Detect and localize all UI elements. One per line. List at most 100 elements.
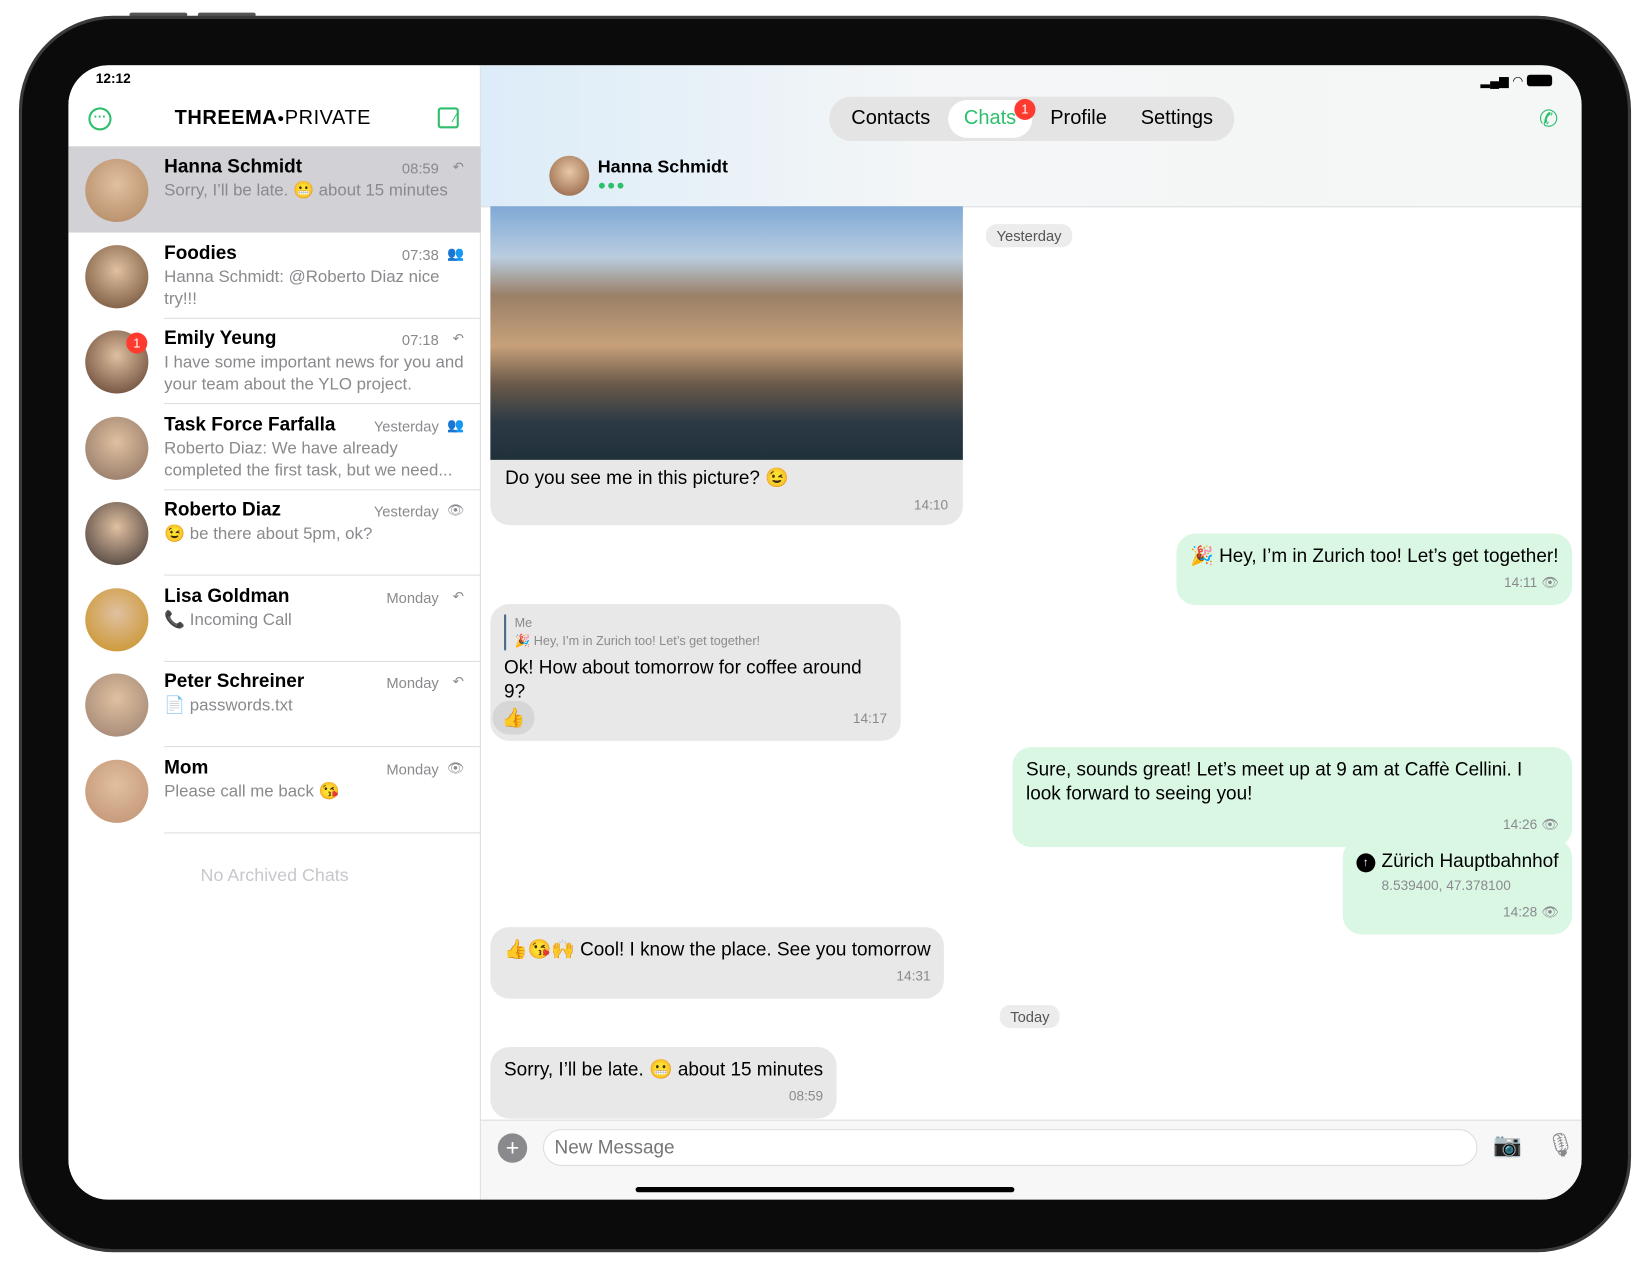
eye-icon: 👁	[447, 759, 464, 776]
chat-name: Mom	[164, 756, 208, 778]
group-icon: 👥	[447, 245, 464, 262]
camera-icon[interactable]: 📷	[1493, 1131, 1522, 1158]
chat-time: Yesterday	[374, 417, 439, 434]
message-text: Do you see me in this picture? 😉	[490, 460, 962, 491]
chat-list-item[interactable]: Peter Schreiner Monday ↶ 📄 passwords.txt	[68, 661, 481, 747]
reply-icon: ↶	[453, 330, 464, 347]
main-tabs: Contacts Chats 1 Profile Settings	[829, 97, 1234, 141]
chat-name: Foodies	[164, 242, 237, 264]
group-icon: 👥	[447, 416, 464, 433]
secure-call-icon[interactable]: ✆	[1539, 105, 1558, 132]
location-coords: 8.539400, 47.378100	[1356, 873, 1558, 897]
microphone-icon[interactable]: 🎙	[1546, 1131, 1575, 1158]
chat-preview: Sorry, I’ll be late. 😬 about 15 minutes	[164, 180, 464, 202]
avatar	[85, 759, 148, 822]
avatar	[85, 502, 148, 565]
incoming-message[interactable]: 👍😘🙌 Cool! I know the place. See you tomo…	[490, 927, 944, 999]
message-time: 14:31	[504, 964, 931, 988]
chat-header: ▂▄▆ ◠ Contacts Chats 1 Profile Settings …	[481, 65, 1582, 207]
message-text: Sorry, I’ll be late. 😬 about 15 minutes	[504, 1058, 823, 1082]
screen: 12:12 ··· THREEMA●PRIVATE ∕ Hanna Schmid…	[68, 65, 1581, 1199]
avatar	[85, 673, 148, 736]
chat-preview: Roberto Diaz: We have already completed …	[164, 437, 464, 481]
chat-list-item[interactable]: Lisa Goldman Monday ↶ 📞 Incoming Call	[68, 575, 481, 661]
incoming-message[interactable]: Sorry, I’ll be late. 😬 about 15 minutes …	[490, 1047, 836, 1119]
unread-badge: 1	[126, 333, 147, 354]
chat-name: Task Force Farfalla	[164, 413, 335, 435]
chat-list-item[interactable]: Hanna Schmidt 08:59 ↶ Sorry, I’ll be lat…	[68, 146, 481, 232]
chat-preview: 📄 passwords.txt	[164, 695, 464, 717]
chat-preview: Hanna Schmidt: @Roberto Diaz nice try!!!	[164, 266, 464, 310]
quote-author: Me	[515, 615, 888, 633]
avatar	[85, 416, 148, 479]
message-text: Sure, sounds great! Let’s meet up at 9 a…	[1026, 758, 1558, 806]
chat-time: Monday	[386, 760, 438, 777]
chat-time: 08:59	[402, 160, 439, 177]
home-indicator	[636, 1187, 1015, 1192]
chat-name: Emily Yeung	[164, 327, 276, 349]
reply-icon: ↶	[453, 159, 464, 176]
location-pin-icon: ↑	[1356, 853, 1375, 872]
eye-icon: 👁	[447, 502, 464, 519]
quoted-message[interactable]: Me 🎉 Hey, I’m in Zurich too! Let’s get t…	[504, 615, 887, 651]
message-time: 14:17	[504, 706, 887, 730]
message-time: 14:26	[1503, 817, 1537, 833]
chat-time: 07:18	[402, 331, 439, 348]
app-logo: THREEMA●PRIVATE	[175, 107, 371, 130]
tab-contacts[interactable]: Contacts	[851, 97, 930, 141]
day-separator: Today	[1000, 1005, 1060, 1028]
chat-preview: Please call me back 😘	[164, 780, 464, 802]
chat-time: Monday	[386, 589, 438, 606]
outgoing-message[interactable]: 🎉 Hey, I’m in Zurich too! Let’s get toge…	[1177, 534, 1573, 606]
chat-time: 07:38	[402, 246, 439, 263]
chat-preview: 📞 Incoming Call	[164, 609, 464, 631]
outgoing-message[interactable]: Sure, sounds great! Let’s meet up at 9 a…	[1012, 747, 1572, 847]
typing-indicator: ●●●	[598, 177, 626, 193]
chat-list-item[interactable]: Roberto Diaz Yesterday 👁 😉 be there abou…	[68, 489, 481, 575]
chat-list-item[interactable]: Mom Monday 👁 Please call me back 😘	[68, 747, 481, 833]
chat-list-item[interactable]: Task Force Farfalla Yesterday 👥 Roberto …	[68, 404, 481, 490]
status-icons: ▂▄▆ ◠	[1480, 74, 1552, 89]
chat-time: Yesterday	[374, 503, 439, 520]
thumbs-up-reaction[interactable]: 👍	[492, 701, 534, 735]
read-eye-icon: 👁	[1541, 904, 1558, 920]
divider	[164, 832, 481, 833]
logo-light: PRIVATE	[285, 107, 371, 129]
composer-bar: + 📷 🎙	[481, 1120, 1582, 1200]
message-text: Ok! How about tomorrow for coffee around…	[504, 656, 887, 704]
incoming-reply-message[interactable]: Me 🎉 Hey, I’m in Zurich too! Let’s get t…	[490, 604, 900, 741]
avatar	[85, 245, 148, 308]
chat-name: Lisa Goldman	[164, 585, 289, 607]
chats-unread-badge: 1	[1014, 99, 1035, 120]
message-time: 14:28	[1503, 904, 1537, 920]
chat-list-sidebar: 12:12 ··· THREEMA●PRIVATE ∕ Hanna Schmid…	[68, 65, 481, 1199]
chat-name: Hanna Schmidt	[164, 156, 302, 178]
reply-icon: ↶	[453, 588, 464, 605]
status-time: 12:12	[96, 71, 131, 87]
read-eye-icon: 👁	[1541, 575, 1558, 591]
tab-settings[interactable]: Settings	[1141, 97, 1213, 141]
message-time: 08:59	[504, 1084, 823, 1108]
quote-text: 🎉 Hey, I’m in Zurich too! Let’s get toge…	[515, 632, 888, 650]
message-time: 14:10	[490, 492, 962, 516]
chat-preview: 😉 be there about 5pm, ok?	[164, 523, 464, 545]
chat-time: Monday	[386, 675, 438, 692]
chat-name: Roberto Diaz	[164, 499, 281, 521]
logo-bold: THREEMA	[175, 107, 278, 129]
avatar	[85, 159, 148, 222]
contact-avatar[interactable]	[549, 156, 589, 196]
tab-profile[interactable]: Profile	[1050, 97, 1107, 141]
no-archived-chats: No Archived Chats	[68, 865, 481, 886]
chat-list-item[interactable]: Foodies 07:38 👥 Hanna Schmidt: @Roberto …	[68, 232, 481, 318]
zurich-photo[interactable]	[490, 206, 962, 460]
message-input[interactable]	[543, 1129, 1477, 1166]
compose-icon[interactable]: ∕	[438, 107, 459, 128]
more-options-icon[interactable]: ···	[88, 107, 111, 130]
chat-list-item[interactable]: 1 Emily Yeung 07:18 ↶ I have some import…	[68, 318, 481, 404]
add-attachment-icon[interactable]: +	[498, 1133, 527, 1162]
location-message[interactable]: ↑Zürich Hauptbahnhof 8.539400, 47.378100…	[1343, 839, 1573, 935]
chat-name: Peter Schreiner	[164, 670, 304, 692]
image-message[interactable]: Do you see me in this picture? 😉 14:10	[490, 206, 962, 525]
contact-name[interactable]: Hanna Schmidt	[598, 157, 728, 178]
message-text: 👍😘🙌 Cool! I know the place. See you tomo…	[504, 938, 931, 962]
